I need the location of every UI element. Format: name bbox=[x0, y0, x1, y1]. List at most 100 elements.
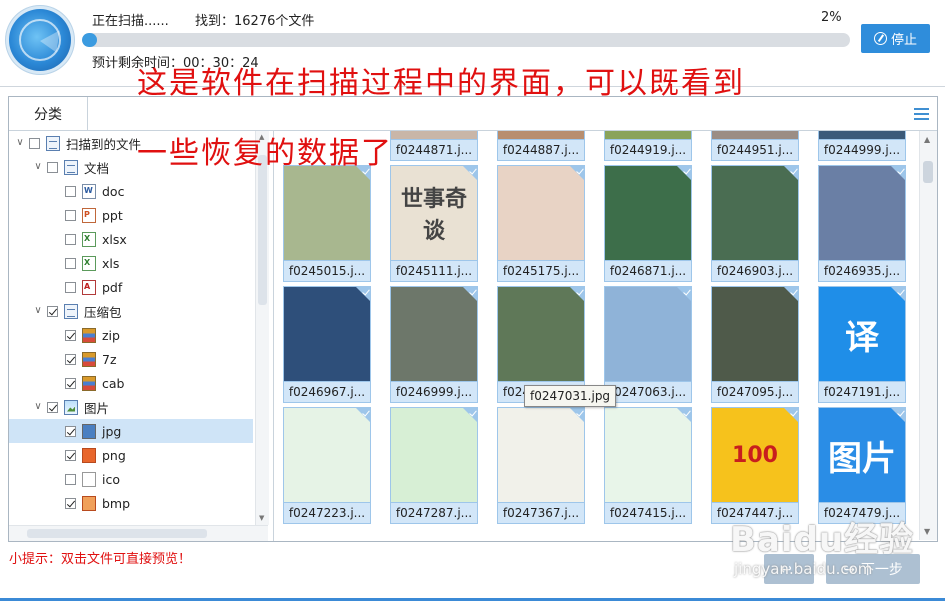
checkbox[interactable] bbox=[47, 401, 58, 413]
file-thumbnail-item[interactable]: f0244999.j... bbox=[818, 131, 906, 161]
selected-check-icon[interactable] bbox=[784, 166, 798, 180]
checkbox[interactable] bbox=[65, 425, 76, 437]
grid-scrollbar[interactable]: ▲ ▼ bbox=[919, 131, 937, 540]
selected-check-icon[interactable] bbox=[356, 408, 370, 422]
selected-check-icon[interactable] bbox=[891, 166, 905, 180]
file-thumbnail-item[interactable]: 100 f0247447.j... bbox=[711, 407, 799, 524]
selected-check-icon[interactable] bbox=[784, 408, 798, 422]
tree-item-xlsx[interactable]: xlsx bbox=[9, 227, 253, 251]
tree-horizontal-scrollbar[interactable] bbox=[9, 525, 268, 541]
tree-item-jpg[interactable]: jpg bbox=[9, 419, 253, 443]
file-thumbnail-item[interactable]: f0244887.j... bbox=[497, 131, 585, 161]
thumbnail-image: 世事奇谈 bbox=[390, 165, 478, 261]
tree-item-bmp[interactable]: bmp bbox=[9, 491, 253, 515]
grid-scroll-thumb[interactable] bbox=[923, 161, 933, 183]
expand-toggle-icon[interactable]: ∨ bbox=[33, 306, 43, 316]
file-thumbnail-item[interactable]: f0245175.j... bbox=[497, 165, 585, 282]
selected-check-icon[interactable] bbox=[677, 408, 691, 422]
expand-toggle-icon[interactable]: ∨ bbox=[33, 402, 43, 412]
tree-item-doc[interactable]: doc bbox=[9, 179, 253, 203]
tree-item-7z[interactable]: 7z bbox=[9, 347, 253, 371]
tree-item-label: xls bbox=[102, 255, 120, 271]
checkbox[interactable] bbox=[65, 209, 76, 221]
selected-check-icon[interactable] bbox=[677, 287, 691, 301]
thumbnail-image bbox=[283, 407, 371, 503]
selected-check-icon[interactable] bbox=[891, 287, 905, 301]
file-name: f0245015.j... bbox=[283, 261, 371, 282]
file-thumbnail-item[interactable]: 译 f0247191.j... bbox=[818, 286, 906, 403]
stop-button[interactable]: 停止 bbox=[861, 24, 930, 53]
file-thumbnail-item[interactable]: 世事奇谈 f0245111.j... bbox=[390, 165, 478, 282]
file-thumbnail-item[interactable]: f0246935.j... bbox=[818, 165, 906, 282]
tree-item-图片[interactable]: ∨ 图片 bbox=[9, 395, 253, 419]
checkbox[interactable] bbox=[65, 257, 76, 269]
expand-toggle-icon bbox=[51, 234, 61, 244]
file-thumbnail-item[interactable]: f0247287.j... bbox=[390, 407, 478, 524]
file-thumbnail-item[interactable]: f0244919.j... bbox=[604, 131, 692, 161]
checkbox[interactable] bbox=[65, 329, 76, 341]
checkbox[interactable] bbox=[65, 281, 76, 293]
selected-check-icon[interactable] bbox=[677, 166, 691, 180]
tree-item-xls[interactable]: xls bbox=[9, 251, 253, 275]
thumbnail-image bbox=[497, 131, 585, 140]
tree-item-label: png bbox=[102, 447, 126, 463]
selected-check-icon[interactable] bbox=[784, 287, 798, 301]
tree-item-ico[interactable]: ico bbox=[9, 467, 253, 491]
tree-item-压缩包[interactable]: ∨ 压缩包 bbox=[9, 299, 253, 323]
grid-scroll-up-icon[interactable]: ▲ bbox=[924, 135, 930, 144]
tab-category[interactable]: 分类 bbox=[9, 97, 88, 130]
thumbnail-image bbox=[604, 131, 692, 140]
tree-item-png[interactable]: png bbox=[9, 443, 253, 467]
checkbox[interactable] bbox=[65, 377, 76, 389]
checkbox[interactable] bbox=[65, 497, 76, 509]
tree-hscroll-thumb[interactable] bbox=[27, 529, 207, 538]
tree-scroll-thumb[interactable] bbox=[258, 155, 267, 305]
file-thumbnail-item[interactable]: f0246999.j... bbox=[390, 286, 478, 403]
expand-toggle-icon bbox=[51, 186, 61, 196]
pdf-file-icon bbox=[82, 279, 96, 295]
selected-check-icon[interactable] bbox=[356, 287, 370, 301]
file-name: f0246935.j... bbox=[818, 261, 906, 282]
file-thumbnail-item[interactable]: f0247095.j... bbox=[711, 286, 799, 403]
expand-toggle-icon bbox=[51, 354, 61, 364]
checkbox[interactable] bbox=[65, 449, 76, 461]
tree-item-cab[interactable]: cab bbox=[9, 371, 253, 395]
selected-check-icon[interactable] bbox=[463, 408, 477, 422]
expand-toggle-icon[interactable]: ∨ bbox=[15, 138, 25, 148]
selected-check-icon[interactable] bbox=[891, 408, 905, 422]
tree-scrollbar[interactable]: ▲ ▼ bbox=[255, 131, 269, 525]
checkbox[interactable] bbox=[29, 137, 40, 149]
file-thumbnail-item[interactable]: 图片 f0247479.j... bbox=[818, 407, 906, 524]
selected-check-icon[interactable] bbox=[570, 408, 584, 422]
tree-item-pdf[interactable]: pdf bbox=[9, 275, 253, 299]
file-thumbnail-item[interactable]: f0247415.j... bbox=[604, 407, 692, 524]
selected-check-icon[interactable] bbox=[463, 166, 477, 180]
thumbnail-image bbox=[283, 286, 371, 382]
file-thumbnail-item[interactable]: f0245015.j... bbox=[283, 165, 371, 282]
expand-toggle-icon[interactable]: ∨ bbox=[33, 162, 43, 172]
file-thumbnail-item[interactable]: f0246871.j... bbox=[604, 165, 692, 282]
tree-item-ppt[interactable]: ppt bbox=[9, 203, 253, 227]
file-name: f0247223.j... bbox=[283, 503, 371, 524]
file-thumbnail-item[interactable]: f0246903.j... bbox=[711, 165, 799, 282]
checkbox[interactable] bbox=[65, 353, 76, 365]
checkbox[interactable] bbox=[47, 305, 58, 317]
file-thumbnail-item[interactable]: f0246967.j... bbox=[283, 286, 371, 403]
menu-icon[interactable] bbox=[914, 108, 929, 120]
checkbox[interactable] bbox=[47, 161, 58, 173]
file-thumbnail-item[interactable]: f0244951.j... bbox=[711, 131, 799, 161]
file-thumbnail-item[interactable]: f0247063.j... bbox=[604, 286, 692, 403]
file-thumbnail-item[interactable]: f0247367.j... bbox=[497, 407, 585, 524]
checkbox[interactable] bbox=[65, 473, 76, 485]
file-thumbnail-item[interactable]: f0247223.j... bbox=[283, 407, 371, 524]
selected-check-icon[interactable] bbox=[463, 287, 477, 301]
grid-scroll-down-icon[interactable]: ▼ bbox=[924, 527, 930, 536]
tree-item-zip[interactable]: zip bbox=[9, 323, 253, 347]
file-thumbnail-item[interactable]: f0244871.j... bbox=[390, 131, 478, 161]
selected-check-icon[interactable] bbox=[570, 287, 584, 301]
file-name: f0246999.j... bbox=[390, 382, 478, 403]
scroll-down-icon[interactable]: ▼ bbox=[259, 515, 266, 522]
selected-check-icon[interactable] bbox=[570, 166, 584, 180]
checkbox[interactable] bbox=[65, 233, 76, 245]
checkbox[interactable] bbox=[65, 185, 76, 197]
